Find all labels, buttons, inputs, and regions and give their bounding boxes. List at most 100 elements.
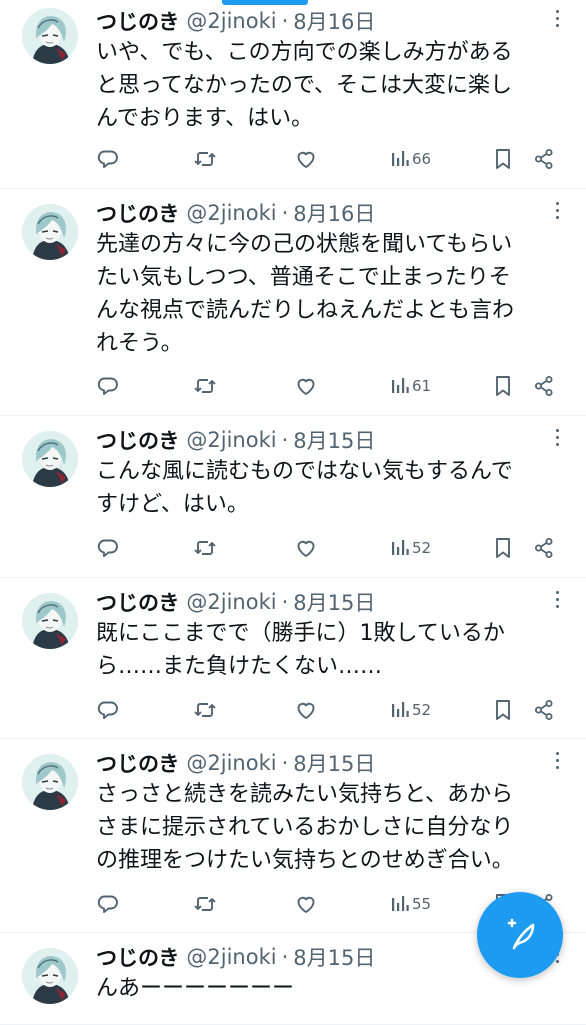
like-icon [294, 892, 318, 916]
reply-icon [96, 374, 120, 398]
more-dot-icon [556, 202, 559, 205]
user-handle[interactable]: @2jinoki [186, 945, 276, 969]
tweet-date[interactable]: 8月15日 [293, 587, 375, 617]
like-icon [294, 147, 318, 171]
retweet-icon [192, 374, 218, 398]
avatar[interactable] [22, 431, 78, 487]
more-dot-icon [556, 216, 559, 219]
user-handle[interactable]: @2jinoki [186, 590, 276, 614]
tweet-text-line: んでおります、はい。 [96, 106, 314, 131]
separator-dot: · [281, 201, 289, 225]
display-name[interactable]: つじのき [96, 942, 179, 972]
bookmark-button[interactable] [492, 696, 514, 724]
like-button[interactable] [294, 534, 318, 562]
tweet-date[interactable]: 8月15日 [293, 748, 375, 778]
bookmark-button[interactable] [492, 534, 514, 562]
tweet-text-line: んな視点で読んだりしねえんだよとも言わ [96, 298, 515, 323]
user-handle[interactable]: @2jinoki [186, 201, 276, 225]
display-name[interactable]: つじのき [96, 587, 179, 617]
display-name[interactable]: つじのき [96, 198, 179, 228]
more-dot-icon [556, 209, 559, 212]
more-dot-icon [556, 752, 559, 755]
reply-icon [96, 698, 120, 722]
compose-button[interactable] [477, 892, 563, 978]
tweet-text-line: 既にここまでで（勝手に）1敗しているか [96, 621, 505, 646]
tweet-date[interactable]: 8月16日 [293, 198, 375, 228]
tweet-date[interactable]: 8月15日 [293, 425, 375, 455]
tweet-text-line: たい気もしつつ、普通そこで止まったりそ [96, 265, 511, 290]
reply-button[interactable] [96, 696, 120, 724]
more-dot-icon [556, 591, 559, 594]
more-options-button[interactable] [548, 748, 568, 776]
like-button[interactable] [294, 145, 318, 173]
bookmark-icon [492, 374, 514, 398]
retweet-button[interactable] [192, 890, 218, 918]
like-icon [294, 374, 318, 398]
tweet[interactable]: つじのき @2jinoki · 8月16日 先達の方々に今の己の状態を聞いてもら… [0, 188, 586, 416]
retweet-button[interactable] [192, 372, 218, 400]
action-bar: 52 [96, 534, 566, 562]
more-options-button[interactable] [548, 587, 568, 615]
like-icon [294, 536, 318, 560]
bookmark-button[interactable] [492, 145, 514, 173]
tweet-text-line: こんな風に読むものではない気もするんで [96, 459, 513, 484]
share-button[interactable] [532, 372, 556, 400]
action-bar: 52 [96, 696, 566, 724]
tweet-text-line: れそう。 [96, 331, 183, 356]
tweet-text: んあーーーーーーー [96, 972, 558, 1005]
retweet-icon [192, 698, 218, 722]
display-name[interactable]: つじのき [96, 425, 179, 455]
separator-dot: · [281, 751, 289, 775]
views-button[interactable]: 52 [390, 534, 431, 562]
display-name[interactable]: つじのき [96, 6, 179, 36]
display-name[interactable]: つじのき [96, 748, 179, 778]
like-button[interactable] [294, 372, 318, 400]
tweet-date[interactable]: 8月15日 [293, 942, 375, 972]
tweet-header: つじのき @2jinoki · 8月15日 [96, 942, 375, 972]
tweet[interactable]: つじのき @2jinoki · 8月15日 既にここまでで（勝手に）1敗している… [0, 577, 586, 739]
tweet[interactable]: つじのき @2jinoki · 8月16日 いや、でも、この方向での楽しみ方があ… [0, 0, 586, 189]
bookmark-button[interactable] [492, 372, 514, 400]
avatar[interactable] [22, 948, 78, 1004]
user-handle[interactable]: @2jinoki [186, 751, 276, 775]
share-button[interactable] [532, 145, 556, 173]
reply-button[interactable] [96, 534, 120, 562]
more-dot-icon [556, 766, 559, 769]
retweet-button[interactable] [192, 145, 218, 173]
views-button[interactable]: 66 [390, 145, 431, 173]
more-options-button[interactable] [548, 425, 568, 453]
tweet-text-line: さっさと続きを読みたい気持ちと、あから [96, 782, 514, 807]
more-options-button[interactable] [548, 6, 568, 34]
share-icon [532, 374, 556, 398]
reply-button[interactable] [96, 372, 120, 400]
like-button[interactable] [294, 890, 318, 918]
like-button[interactable] [294, 696, 318, 724]
reply-button[interactable] [96, 145, 120, 173]
views-button[interactable]: 61 [390, 372, 431, 400]
more-dot-icon [556, 436, 559, 439]
reply-button[interactable] [96, 890, 120, 918]
user-handle[interactable]: @2jinoki [186, 9, 276, 33]
more-options-button[interactable] [548, 198, 568, 226]
more-dot-icon [556, 10, 559, 13]
user-handle[interactable]: @2jinoki [186, 428, 276, 452]
compose-feather-icon [507, 918, 535, 950]
tweet[interactable]: つじのき @2jinoki · 8月15日 こんな風に読むものではない気もするん… [0, 415, 586, 578]
share-button[interactable] [532, 696, 556, 724]
views-count: 61 [412, 377, 432, 395]
tweet-text: いや、でも、この方向での楽しみ方がある と思ってなかったので、そこは大変に楽し んで… [96, 36, 558, 135]
avatar[interactable] [22, 593, 78, 649]
retweet-button[interactable] [192, 534, 218, 562]
more-dot-icon [556, 429, 559, 432]
views-button[interactable]: 55 [390, 890, 431, 918]
views-button[interactable]: 52 [390, 696, 431, 724]
avatar[interactable] [22, 204, 78, 260]
retweet-icon [192, 892, 218, 916]
share-button[interactable] [532, 534, 556, 562]
retweet-button[interactable] [192, 696, 218, 724]
tweet-text-line: の推理をつけたい気持ちとのせめぎ合い。 [96, 848, 514, 873]
tweet-date[interactable]: 8月16日 [293, 6, 375, 36]
avatar[interactable] [22, 754, 78, 810]
like-icon [294, 698, 318, 722]
avatar[interactable] [22, 8, 78, 64]
